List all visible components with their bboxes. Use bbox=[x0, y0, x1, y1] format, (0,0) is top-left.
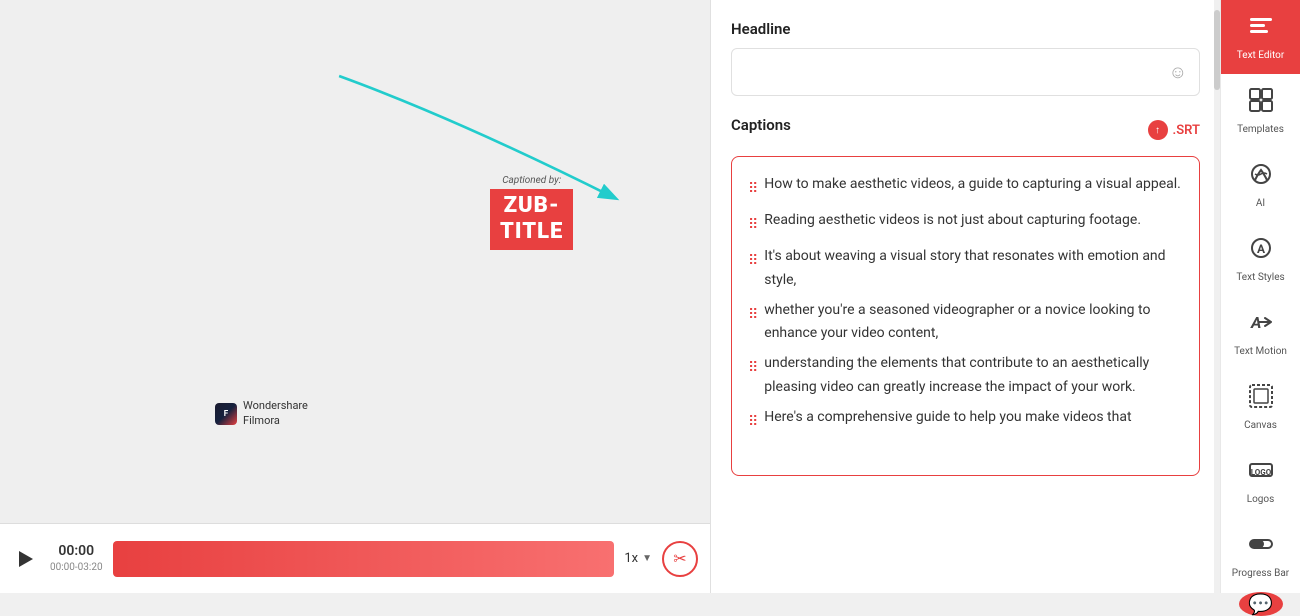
drag-handle-6[interactable]: ⠿ bbox=[748, 408, 756, 436]
drag-handle-4[interactable]: ⠿ bbox=[748, 301, 756, 329]
sidebar-item-logos[interactable]: LOGO Logos bbox=[1221, 444, 1300, 518]
preview-area: Captioned by: ZUB- TITLE F WondershareFi… bbox=[0, 0, 710, 593]
headline-input[interactable] bbox=[744, 64, 1169, 80]
filmora-icon: F bbox=[215, 403, 237, 425]
caption-text-1: How to make aesthetic videos, a guide to… bbox=[764, 173, 1181, 197]
panel-content: Headline ☺ Captions ↑ .SRT ⠿ How to make… bbox=[711, 0, 1220, 593]
caption-line-6[interactable]: ⠿ Here's a comprehensive guide to help y… bbox=[748, 406, 1183, 436]
text-editor-label: Text Editor bbox=[1237, 49, 1284, 62]
logos-label: Logos bbox=[1247, 493, 1275, 506]
text-editor-panel: Headline ☺ Captions ↑ .SRT ⠿ How to make… bbox=[710, 0, 1220, 593]
caption-line-3[interactable]: ⠿ It's about weaving a visual story that… bbox=[748, 245, 1183, 293]
sidebar-item-progress-bar[interactable]: Progress Bar bbox=[1221, 518, 1300, 592]
chat-icon: 💬 bbox=[1248, 592, 1273, 616]
drag-handle-1[interactable]: ⠿ bbox=[748, 175, 756, 203]
sidebar-item-text-styles[interactable]: A Text Styles bbox=[1221, 222, 1300, 296]
srt-upload-icon: ↑ bbox=[1148, 120, 1168, 140]
time-display: 00:00 00:00-03:20 bbox=[50, 542, 103, 576]
playback-bar: 00:00 00:00-03:20 1x ▼ ✂ bbox=[0, 523, 710, 593]
caption-text-3: It's about weaving a visual story that r… bbox=[764, 245, 1183, 293]
chat-button[interactable]: 💬 bbox=[1239, 592, 1283, 616]
text-styles-label: Text Styles bbox=[1236, 271, 1284, 284]
scissors-button[interactable]: ✂ bbox=[662, 541, 698, 577]
speed-dropdown-arrow: ▼ bbox=[642, 553, 652, 564]
caption-text-6: Here's a comprehensive guide to help you… bbox=[764, 406, 1131, 430]
caption-line-1[interactable]: ⠿ How to make aesthetic videos, a guide … bbox=[748, 173, 1183, 203]
progress-bar-icon bbox=[1247, 530, 1275, 563]
svg-text:LOGO: LOGO bbox=[1250, 468, 1271, 477]
caption-line-5[interactable]: ⠿ understanding the elements that contri… bbox=[748, 352, 1183, 400]
caption-text-4: whether you're a seasoned videographer o… bbox=[764, 299, 1183, 347]
watermark: F WondershareFilmora bbox=[215, 399, 308, 428]
sidebar-item-text-motion[interactable]: A Text Motion bbox=[1221, 296, 1300, 370]
scrollbar-track[interactable] bbox=[1214, 0, 1220, 593]
scrollbar-thumb[interactable] bbox=[1214, 10, 1220, 90]
caption-text-5: understanding the elements that contribu… bbox=[764, 352, 1183, 400]
captioned-by-label: Captioned by: bbox=[490, 175, 573, 186]
canvas: Captioned by: ZUB- TITLE F WondershareFi… bbox=[0, 0, 710, 523]
emoji-button[interactable]: ☺ bbox=[1169, 62, 1187, 83]
drag-handle-5[interactable]: ⠿ bbox=[748, 354, 756, 382]
canvas-icon bbox=[1247, 382, 1275, 415]
svg-text:A: A bbox=[1256, 242, 1265, 256]
ai-icon bbox=[1247, 160, 1275, 193]
srt-button[interactable]: ↑ .SRT bbox=[1148, 120, 1200, 140]
text-motion-icon: A bbox=[1247, 308, 1275, 341]
caption-text-2: Reading aesthetic videos is not just abo… bbox=[764, 209, 1141, 233]
progress-bar-label: Progress Bar bbox=[1232, 567, 1289, 580]
sidebar-item-text-editor[interactable]: Text Editor bbox=[1221, 0, 1300, 74]
text-motion-label: Text Motion bbox=[1234, 345, 1287, 358]
caption-line-2[interactable]: ⠿ Reading aesthetic videos is not just a… bbox=[748, 209, 1183, 239]
play-icon bbox=[19, 551, 33, 567]
headline-label: Headline bbox=[731, 20, 1200, 38]
play-button[interactable] bbox=[12, 545, 40, 573]
logos-icon: LOGO bbox=[1247, 456, 1275, 489]
progress-track[interactable] bbox=[113, 541, 615, 577]
headline-input-wrap[interactable]: ☺ bbox=[731, 48, 1200, 96]
ai-label: AI bbox=[1256, 197, 1265, 210]
sidebar-item-ai[interactable]: AI bbox=[1221, 148, 1300, 222]
caption-line-4[interactable]: ⠿ whether you're a seasoned videographer… bbox=[748, 299, 1183, 347]
drag-handle-3[interactable]: ⠿ bbox=[748, 247, 756, 275]
captions-header: Captions ↑ .SRT bbox=[731, 116, 1200, 144]
captions-box[interactable]: ⠿ How to make aesthetic videos, a guide … bbox=[731, 156, 1200, 476]
templates-label: Templates bbox=[1237, 123, 1284, 136]
sidebar-item-canvas[interactable]: Canvas bbox=[1221, 370, 1300, 444]
text-styles-icon: A bbox=[1247, 234, 1275, 267]
drag-handle-2[interactable]: ⠿ bbox=[748, 211, 756, 239]
zub-title-badge: ZUB- TITLE bbox=[490, 189, 573, 250]
watermark-text: WondershareFilmora bbox=[243, 399, 308, 428]
sidebar-item-templates[interactable]: Templates bbox=[1221, 74, 1300, 148]
right-sidebar: Text Editor Templates AI bbox=[1220, 0, 1300, 593]
speed-control[interactable]: 1x ▼ bbox=[624, 551, 652, 566]
canvas-label: Canvas bbox=[1244, 419, 1277, 432]
subtitle-card: Captioned by: ZUB- TITLE bbox=[490, 175, 573, 250]
templates-icon bbox=[1247, 86, 1275, 119]
captions-label: Captions bbox=[731, 116, 791, 134]
text-editor-icon bbox=[1247, 12, 1275, 45]
